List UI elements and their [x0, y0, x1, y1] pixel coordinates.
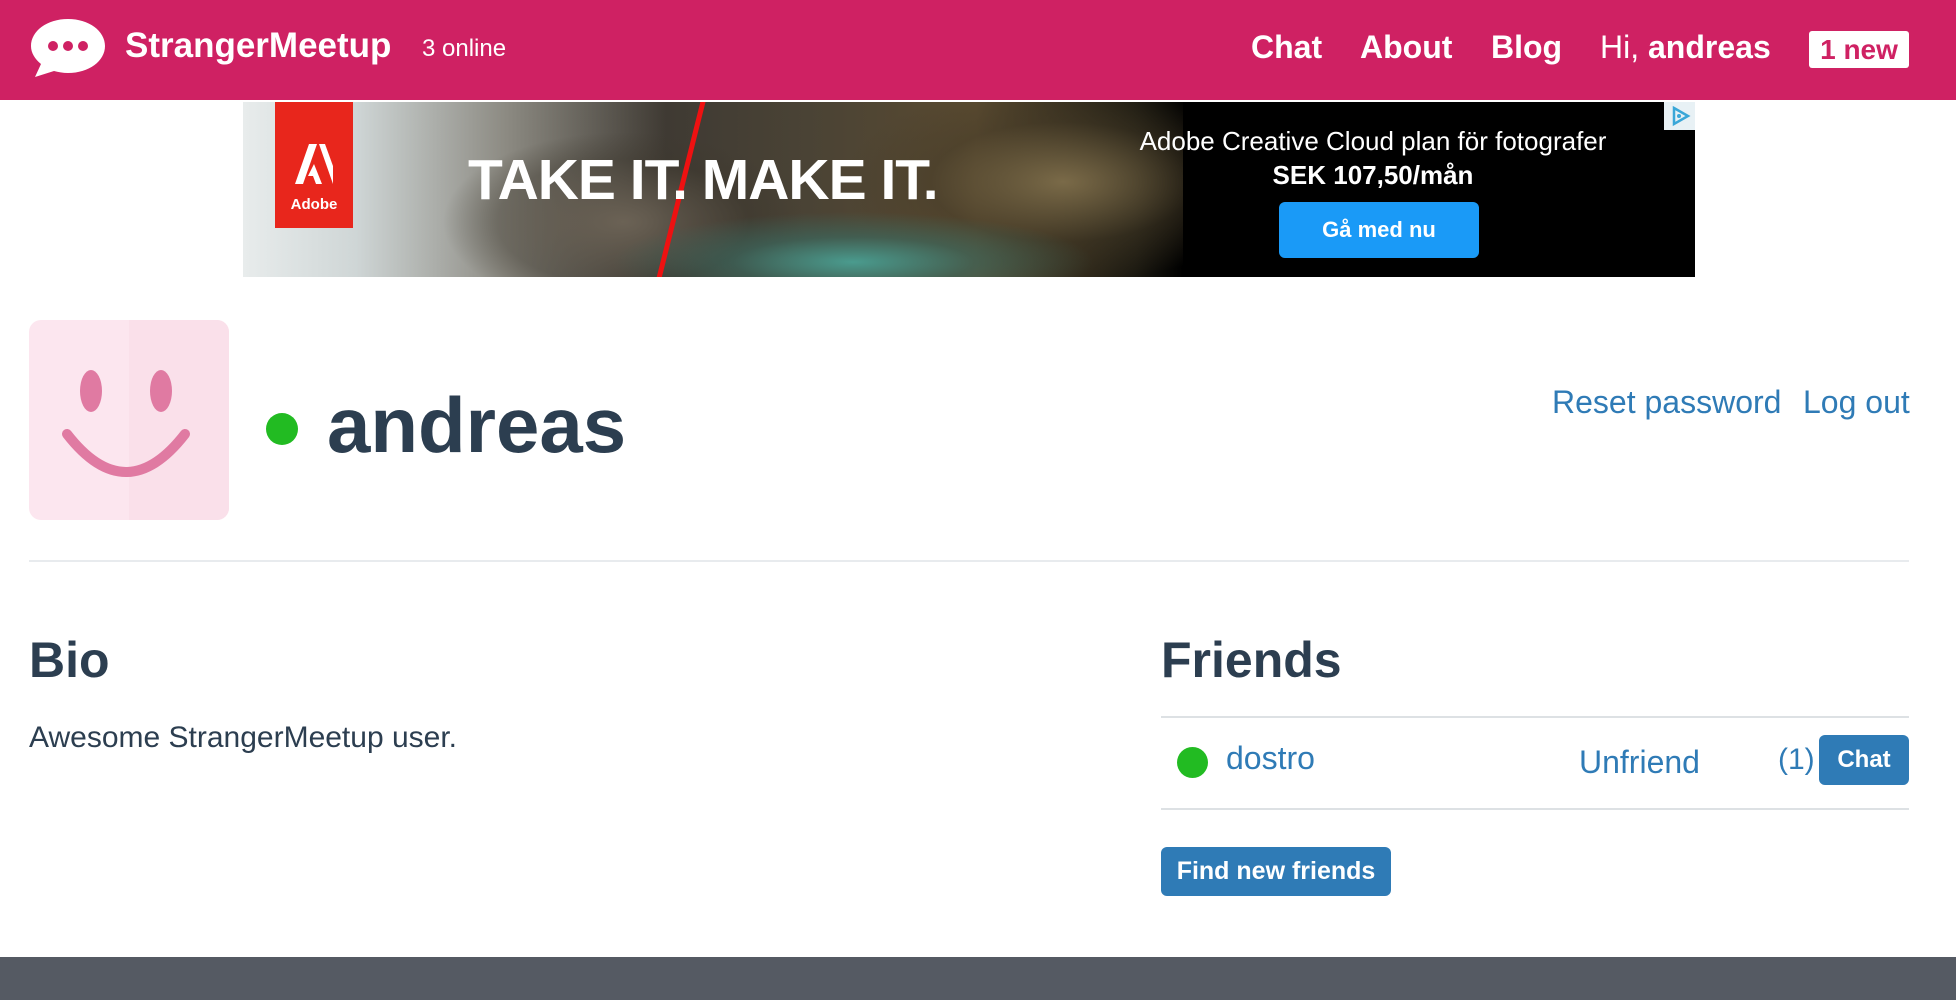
bio-text: Awesome StrangerMeetup user.: [29, 721, 458, 754]
log-out-link[interactable]: Log out: [1803, 382, 1910, 422]
nav-about[interactable]: About: [1360, 27, 1452, 67]
ad-headline: TAKE IT. MAKE IT.: [468, 148, 939, 212]
adobe-icon: [295, 144, 333, 184]
friend-name-link[interactable]: dostro: [1226, 738, 1315, 778]
avatar: [29, 320, 229, 520]
nav-chat[interactable]: Chat: [1251, 27, 1322, 67]
smiley-face-icon: [62, 370, 190, 477]
greeting-prefix: Hi,: [1600, 29, 1640, 65]
friends-heading: Friends: [1161, 632, 1342, 688]
profile-username: andreas: [327, 381, 627, 469]
adobe-logo: Adobe: [275, 102, 353, 228]
footer-bar: [0, 957, 1956, 1000]
nav-blog[interactable]: Blog: [1491, 27, 1562, 67]
speech-bubble-icon[interactable]: [29, 17, 107, 79]
friend-online-indicator: [1177, 747, 1208, 778]
user-greeting[interactable]: Hi, andreas: [1600, 27, 1771, 67]
online-status-indicator: [266, 413, 298, 445]
chat-button[interactable]: Chat: [1819, 735, 1909, 785]
section-divider: [29, 560, 1909, 562]
unfriend-link[interactable]: Unfriend: [1579, 742, 1700, 782]
bio-heading: Bio: [29, 632, 110, 688]
ad-cta-button[interactable]: Gå med nu: [1279, 202, 1479, 258]
top-navbar: StrangerMeetup 3 online Chat About Blog …: [0, 0, 1956, 100]
find-new-friends-button[interactable]: Find new friends: [1161, 847, 1391, 896]
ad-price-line: SEK 107,50/mån: [1272, 160, 1474, 190]
online-count: 3 online: [422, 35, 507, 62]
friends-list: dostro Unfriend (1) Chat: [1161, 716, 1909, 810]
ad-offer-line: Adobe Creative Cloud plan för fotografer: [1139, 126, 1607, 156]
adchoices-icon[interactable]: [1664, 102, 1695, 130]
new-notifications-badge[interactable]: 1 new: [1809, 31, 1909, 68]
ad-banner[interactable]: Adobe TAKE IT. MAKE IT. Adobe Creative C…: [243, 102, 1695, 277]
greeting-username[interactable]: andreas: [1648, 29, 1771, 65]
adobe-wordmark: Adobe: [290, 196, 338, 213]
reset-password-link[interactable]: Reset password: [1552, 382, 1781, 422]
brand-name[interactable]: StrangerMeetup: [125, 24, 391, 68]
unread-count: (1): [1778, 743, 1815, 776]
